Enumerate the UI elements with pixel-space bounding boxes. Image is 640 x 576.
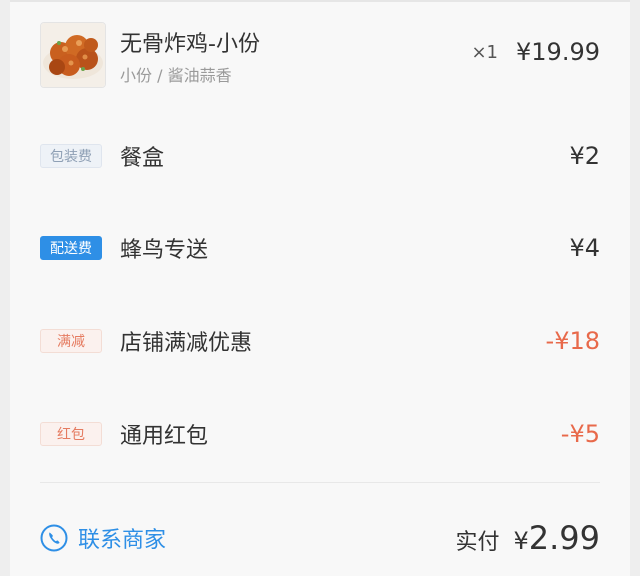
total-currency: ¥ xyxy=(513,527,529,555)
order-item[interactable]: 无骨炸鸡-小份 小份 / 酱油蒜香 ×1 ¥19.99 xyxy=(40,18,600,90)
item-spec: 小份 / 酱油蒜香 xyxy=(120,66,232,85)
total-label: 实付 xyxy=(455,530,500,555)
item-quantity: ×1 xyxy=(471,42,498,63)
fee-row-delivery: 配送费 蜂鸟专送 ¥4 xyxy=(40,232,600,264)
item-name: 无骨炸鸡-小份 xyxy=(120,32,260,57)
delivery-fee-title: 蜂鸟专送 xyxy=(120,238,209,263)
discount-amount: -¥18 xyxy=(545,327,600,355)
packing-fee-tag: 包装费 xyxy=(40,144,102,168)
fried-chicken-thumbnail[interactable] xyxy=(40,22,106,88)
fee-row-packing: 包装费 餐盒 ¥2 xyxy=(40,140,600,172)
total-paid: 实付 ¥ 2.99 xyxy=(455,519,600,557)
order-detail-card: 无骨炸鸡-小份 小份 / 酱油蒜香 ×1 ¥19.99 包装费 餐盒 ¥2 配送… xyxy=(10,0,630,576)
contact-merchant-button[interactable]: 联系商家 xyxy=(40,522,166,554)
redpack-tag: 红包 xyxy=(40,422,102,446)
contact-merchant-label: 联系商家 xyxy=(78,528,167,553)
phone-icon xyxy=(40,524,68,552)
discount-title: 店铺满减优惠 xyxy=(120,331,253,356)
card-top-border xyxy=(10,0,630,2)
order-footer: 联系商家 实付 ¥ 2.99 xyxy=(40,512,600,564)
redpack-title: 通用红包 xyxy=(120,424,209,449)
fee-row-discount: 满减 店铺满减优惠 -¥18 xyxy=(40,325,600,357)
footer-divider xyxy=(40,482,600,483)
fee-row-redpack: 红包 通用红包 -¥5 xyxy=(40,418,600,450)
delivery-fee-amount: ¥4 xyxy=(569,234,600,262)
discount-tag: 满减 xyxy=(40,329,102,353)
item-price: ¥19.99 xyxy=(516,38,600,66)
packing-fee-title: 餐盒 xyxy=(120,146,165,171)
total-value: 2.99 xyxy=(528,519,600,557)
packing-fee-amount: ¥2 xyxy=(569,142,600,170)
delivery-fee-tag: 配送费 xyxy=(40,236,102,260)
redpack-amount: -¥5 xyxy=(560,420,600,448)
